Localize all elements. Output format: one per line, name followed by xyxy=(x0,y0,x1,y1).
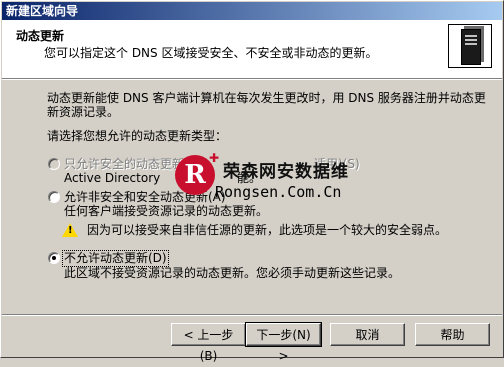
radio-no-dynamic-updates[interactable] xyxy=(48,252,60,264)
option-no-dynamic-desc: 此区域不接受资源记录的动态更新。您必须手动更新这些记录。 xyxy=(64,266,401,280)
intro-line-2: 新资源记录。 xyxy=(47,105,120,119)
header-subtitle: 您可以指定这个 DNS 区域接受安全、不安全或非动态的更新。 xyxy=(44,46,378,60)
warning-icon: ! xyxy=(62,223,78,237)
watermark: R ✚ 荣森网安数据维 Rongsen.Com.Cn xyxy=(175,151,375,211)
radio-secure-only[interactable] xyxy=(48,158,60,170)
watermark-en-text: Rongsen.Com.Cn xyxy=(215,183,342,201)
watermark-plus-icon: ✚ xyxy=(209,151,220,165)
header-title: 动态更新 xyxy=(16,29,65,43)
option-secure-only-label: 只允许安全的动态更新 xyxy=(64,157,185,171)
option-secure-only-desc: Active Directory xyxy=(64,171,161,185)
option-nonsecure-warning: 因为可以接受来自非信任源的更新，此选项是一个较大的安全弱点。 xyxy=(87,223,448,237)
option-no-dynamic-label[interactable]: 不允许动态更新(D) xyxy=(62,250,169,267)
help-button[interactable]: 帮助 xyxy=(415,323,490,346)
server-icon xyxy=(448,24,492,68)
prompt-text: 请选择您想允许的动态更新类型： xyxy=(47,129,228,143)
header-divider xyxy=(2,78,502,80)
back-button[interactable]: < 上一步(B) xyxy=(171,323,246,363)
footer-divider xyxy=(2,314,502,316)
next-button[interactable]: 下一步(N) > xyxy=(245,322,322,363)
wizard-window: 新建区域向导 动态更新 您可以指定这个 DNS 区域接受安全、不安全或非动态的更… xyxy=(0,0,504,363)
intro-line-1: 动态更新能使 DNS 客户端计算机在每次发生更改时，用 DNS 服务器注册并动态… xyxy=(47,91,486,105)
watermark-cn-text: 荣森网安数据维 xyxy=(223,162,349,182)
wizard-header: 动态更新 您可以指定这个 DNS 区域接受安全、不安全或非动态的更新。 xyxy=(2,20,502,78)
cancel-button[interactable]: 取消 xyxy=(330,323,405,346)
radio-nonsecure-and-secure[interactable] xyxy=(48,191,60,203)
title-bar[interactable]: 新建区域向导 xyxy=(2,2,502,20)
window-title: 新建区域向导 xyxy=(6,4,79,18)
